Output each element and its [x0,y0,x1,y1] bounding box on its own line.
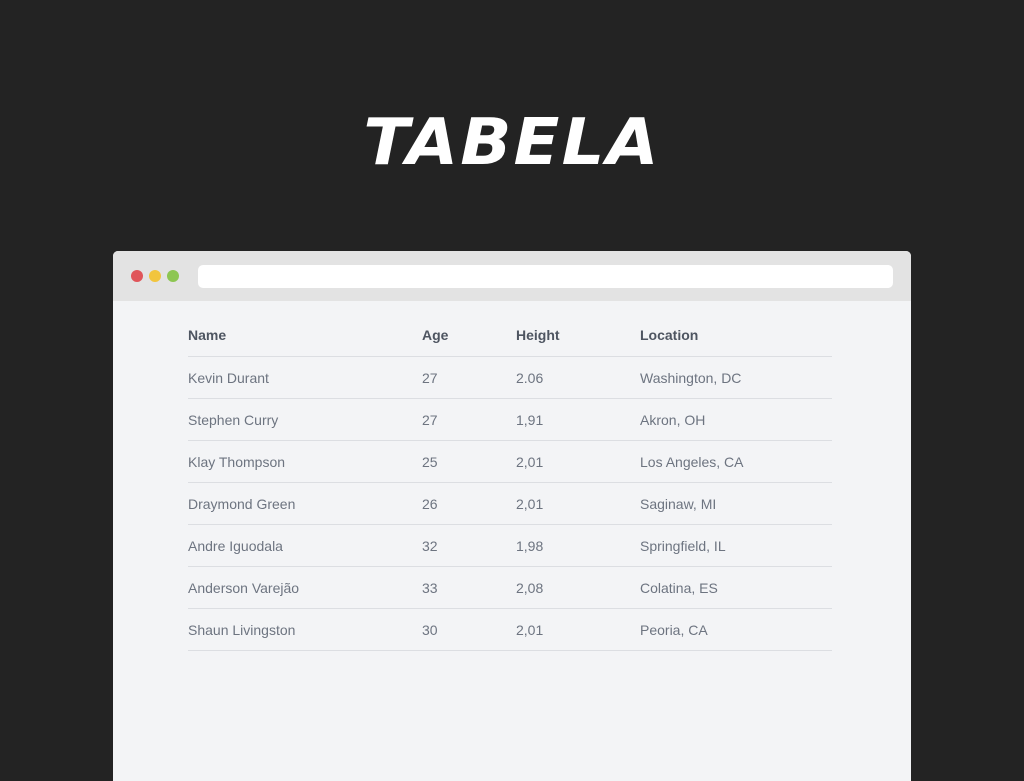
cell-location: Colatina, ES [640,566,832,609]
table-row: Anderson Varejão 33 2,08 Colatina, ES [188,566,832,609]
cell-age: 25 [422,440,516,483]
column-header-location: Location [640,314,832,357]
column-header-height: Height [516,314,640,357]
table-row: Draymond Green 26 2,01 Saginaw, MI [188,482,832,525]
cell-name: Shaun Livingston [188,608,422,651]
cell-location: Springfield, IL [640,524,832,567]
cell-age: 27 [422,356,516,399]
close-window-dot[interactable] [131,270,143,282]
column-header-age: Age [422,314,516,357]
cell-name: Draymond Green [188,482,422,525]
cell-name: Stephen Curry [188,398,422,441]
cell-height: 2,01 [516,608,640,651]
cell-location: Peoria, CA [640,608,832,651]
cell-location: Washington, DC [640,356,832,399]
cell-age: 26 [422,482,516,525]
page-title: TABELA [363,106,661,180]
cell-age: 32 [422,524,516,567]
cell-height: 2,08 [516,566,640,609]
cell-age: 27 [422,398,516,441]
minimize-window-dot[interactable] [149,270,161,282]
cell-location: Saginaw, MI [640,482,832,525]
cell-location: Akron, OH [640,398,832,441]
table-row: Andre Iguodala 32 1,98 Springfield, IL [188,524,832,567]
cell-name: Klay Thompson [188,440,422,483]
players-table: Name Age Height Location Kevin Durant 27… [188,314,832,651]
cell-height: 1,91 [516,398,640,441]
browser-window: Name Age Height Location Kevin Durant 27… [113,251,911,781]
table-row: Klay Thompson 25 2,01 Los Angeles, CA [188,440,832,483]
cell-height: 2,01 [516,440,640,483]
cell-name: Anderson Varejão [188,566,422,609]
maximize-window-dot[interactable] [167,270,179,282]
column-header-name: Name [188,314,422,357]
table-row: Shaun Livingston 30 2,01 Peoria, CA [188,608,832,651]
cell-height: 1,98 [516,524,640,567]
cell-height: 2.06 [516,356,640,399]
browser-titlebar [113,251,911,301]
cell-name: Andre Iguodala [188,524,422,567]
cell-age: 33 [422,566,516,609]
table-row: Kevin Durant 27 2.06 Washington, DC [188,356,832,399]
cell-name: Kevin Durant [188,356,422,399]
table-header-row: Name Age Height Location [188,314,832,357]
cell-location: Los Angeles, CA [640,440,832,483]
address-bar[interactable] [198,265,893,288]
cell-height: 2,01 [516,482,640,525]
table-row: Stephen Curry 27 1,91 Akron, OH [188,398,832,441]
cell-age: 30 [422,608,516,651]
